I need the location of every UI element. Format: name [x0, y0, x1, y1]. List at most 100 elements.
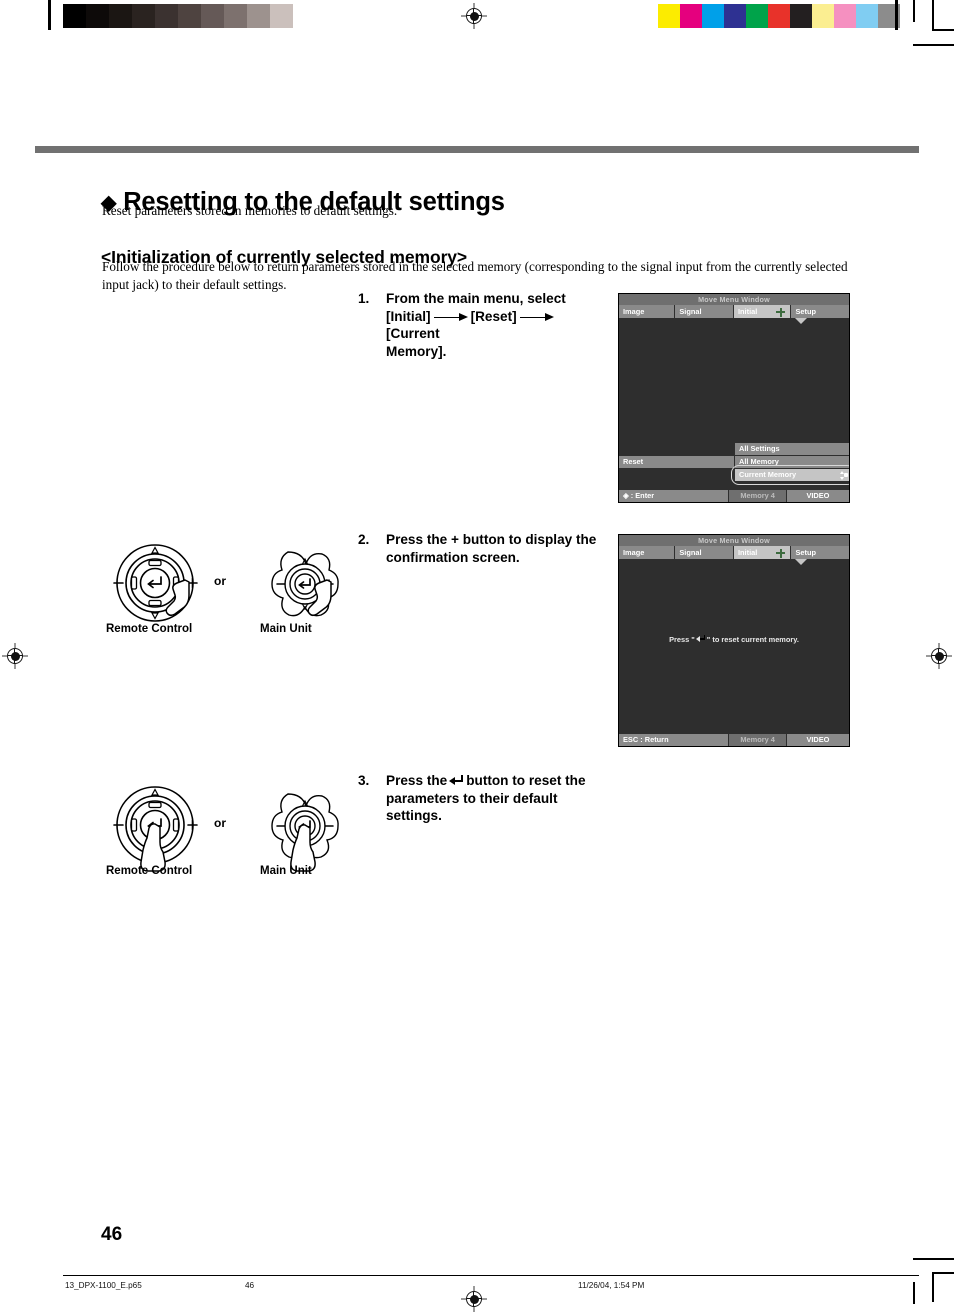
crop-mark	[932, 1272, 954, 1274]
enter-key-icon	[449, 774, 464, 787]
color-swatch-7	[812, 4, 834, 28]
control-illustration-group-1: or Remote Control Main Unit	[103, 538, 348, 638]
osd-1-status-memory: Memory 4	[729, 490, 787, 502]
osd-2-message-pre: Press "	[669, 635, 695, 644]
step-1-text: From the main menu, select [Initial] [Res…	[386, 290, 608, 360]
adjust-updown-icon	[839, 470, 848, 480]
color-swatch-3	[724, 4, 746, 28]
osd-screen-1: Move Menu Window Image Signal Initial Se…	[618, 293, 850, 503]
osd-2-tab-bar: Image Signal Initial Setup	[619, 546, 849, 559]
lead-paragraph: Reset parameters stored in memories to d…	[102, 203, 398, 218]
grayscale-calibration-bar	[63, 4, 316, 28]
step-3: 3. Press the button to reset the paramete…	[358, 772, 608, 825]
gray-swatch-1	[86, 4, 109, 28]
osd-1-tab-setup[interactable]: Setup	[791, 305, 849, 318]
step-1-menu-initial: [Initial]	[386, 308, 431, 324]
crop-mark	[932, 29, 954, 31]
osd-2-status-esc: ESC : Return	[619, 734, 730, 746]
or-label-2: or	[214, 816, 226, 830]
registration-mark-right	[926, 643, 952, 669]
or-label-1: or	[214, 574, 226, 588]
osd-1-row-label-reset: Reset	[619, 456, 734, 468]
gray-swatch-4	[155, 4, 178, 28]
footer-page: 46	[245, 1281, 255, 1290]
gray-swatch-9	[270, 4, 293, 28]
registration-mark-left	[2, 643, 28, 669]
down-arrow-icon	[150, 612, 160, 620]
gray-swatch-5	[178, 4, 201, 28]
step-3-line2: parameters to their default	[386, 790, 558, 806]
osd-1-tab-image[interactable]: Image	[619, 305, 676, 318]
osd-1-status-enter: ◈ : Enter	[619, 490, 730, 502]
osd-2-status-source: VIDEO	[786, 734, 849, 746]
footer-rule	[63, 1275, 919, 1276]
step-3-text: Press the button to reset the parameters …	[386, 772, 608, 825]
osd-2-tab-initial-label: Initial	[737, 548, 758, 557]
arrow-right-icon	[433, 312, 468, 322]
remote-control-caption-2: Remote Control	[106, 865, 193, 877]
osd-1-tab-initial-label: Initial	[737, 307, 758, 316]
header-rule	[35, 146, 919, 153]
intro-paragraph: Follow the procedure below to return par…	[102, 259, 848, 292]
osd-2-tab-pointer	[795, 559, 807, 565]
osd-1-status-bar: ◈ : Enter Memory 4 VIDEO	[619, 490, 849, 502]
osd-2-tab-setup[interactable]: Setup	[791, 546, 849, 559]
osd-1-status-source: VIDEO	[786, 490, 849, 502]
main-unit-caption-2: Main Unit	[260, 865, 312, 877]
up-arrow-icon	[150, 546, 160, 554]
osd-1-tab-signal[interactable]: Signal	[675, 305, 734, 318]
step-1-menu-memory: Memory].	[386, 343, 447, 359]
enter-key-icon	[695, 634, 706, 643]
step-3-line1a: Press the	[386, 773, 448, 788]
crop-mark	[913, 44, 954, 46]
osd-2-tab-image[interactable]: Image	[619, 546, 676, 559]
step-1-line1: From the main menu, select	[386, 291, 566, 306]
color-swatch-2	[702, 4, 724, 28]
color-swatch-4	[746, 4, 768, 28]
step-1-menu-reset: [Reset]	[470, 308, 517, 324]
osd-2-message-post: " to reset current memory.	[706, 635, 799, 644]
crop-mark	[895, 0, 898, 30]
move-cursor-icon	[776, 548, 786, 558]
step-1: 1. From the main menu, select [Initial] […	[358, 290, 608, 360]
up-arrow-icon	[150, 788, 160, 796]
osd-2-tab-signal[interactable]: Signal	[675, 546, 734, 559]
gray-swatch-7	[224, 4, 247, 28]
osd-1-item-all-memory[interactable]: All Memory	[735, 456, 849, 468]
step-3-line3: settings.	[386, 808, 442, 824]
osd-screen-2: Move Menu Window Image Signal Initial Se…	[618, 534, 850, 747]
step-1-menu-current: [Current	[386, 326, 440, 342]
color-swatch-0	[658, 4, 680, 28]
osd-1-tab-bar: Image Signal Initial Setup	[619, 305, 849, 318]
osd-1-item-all-settings[interactable]: All Settings	[735, 443, 849, 455]
color-calibration-bar	[658, 4, 900, 28]
regmark-dot	[466, 1291, 482, 1307]
osd-1-tab-initial[interactable]: Initial	[733, 305, 792, 318]
footer-timestamp: 11/26/04, 1:54 PM	[578, 1281, 645, 1290]
osd-1-title: Move Menu Window	[619, 294, 849, 305]
gray-swatch-3	[132, 4, 155, 28]
osd-2-title: Move Menu Window	[619, 535, 849, 546]
osd-2-status-bar: ESC : Return Memory 4 VIDEO	[619, 734, 849, 746]
step-3-number: 3.	[358, 773, 370, 788]
registration-mark-top	[461, 3, 487, 29]
color-swatch-8	[834, 4, 856, 28]
color-swatch-5	[768, 4, 790, 28]
page-number: 46	[101, 1224, 123, 1245]
regmark-dot	[7, 648, 23, 664]
osd-2-status-memory: Memory 4	[729, 734, 787, 746]
footer-filename: 13_DPX-1100_E.p65	[65, 1281, 142, 1290]
registration-mark-bottom	[461, 1286, 487, 1312]
osd-1-item-current-memory[interactable]: Current Memory	[735, 469, 849, 481]
control-illustration-group-2: or Remote Control Main Unit	[103, 780, 348, 880]
step-1-number: 1.	[358, 291, 370, 306]
color-swatch-6	[790, 4, 812, 28]
crop-mark	[913, 0, 915, 22]
crop-mark	[48, 0, 51, 30]
osd-2-confirmation-message: Press " " to reset current memory.	[619, 634, 849, 644]
osd-1-tab-pointer	[795, 318, 807, 324]
gray-swatch-10	[293, 4, 316, 28]
osd-2-tab-initial[interactable]: Initial	[733, 546, 792, 559]
step-3-line1b: button to reset the	[466, 773, 586, 788]
crop-mark	[913, 1258, 954, 1260]
